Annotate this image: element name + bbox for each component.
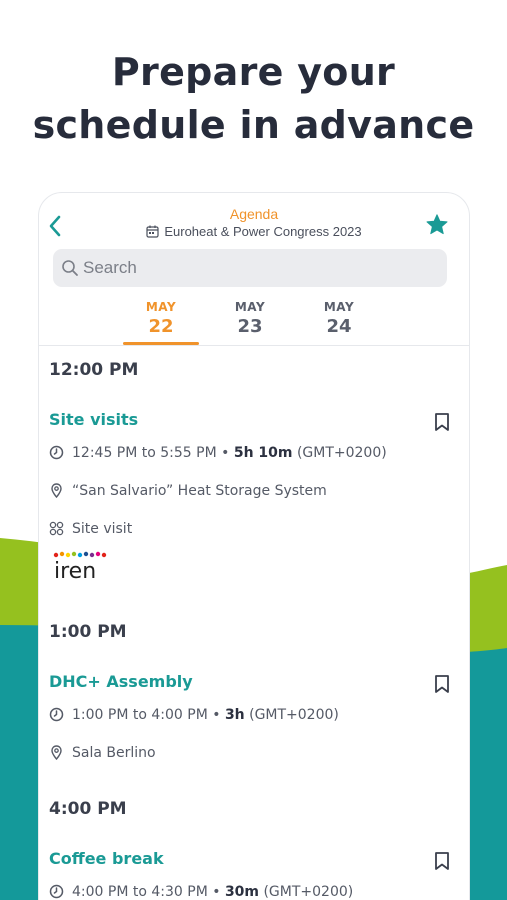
- event-title[interactable]: Coffee break: [49, 849, 164, 868]
- time-range: 4:00 PM to 4:30 PM •: [72, 884, 225, 900]
- time-header: 12:00 PM: [49, 360, 139, 380]
- svg-text:iren: iren: [54, 559, 96, 582]
- tab-day: 22: [148, 316, 174, 337]
- clock-icon: [49, 884, 64, 899]
- duration: 5h 10m: [233, 445, 293, 461]
- timezone: (GMT+0200): [244, 707, 339, 723]
- phone-screen: Agenda Euroheat & Power Congress 2023 MA…: [38, 192, 470, 900]
- sponsor-logo-iren: iren: [53, 550, 111, 586]
- search-input[interactable]: [83, 249, 423, 287]
- tab-month: MAY: [323, 300, 355, 314]
- event-time-row: 1:00 PM to 4:00 PM • 3h (GMT+0200): [49, 707, 339, 723]
- time-header: 1:00 PM: [49, 622, 127, 642]
- time-range: 1:00 PM to 4:00 PM •: [72, 707, 225, 723]
- search-icon: [62, 260, 78, 276]
- event-title[interactable]: DHC+ Assembly: [49, 672, 193, 691]
- headline-line-1: Prepare your: [111, 50, 396, 94]
- top-bar: Agenda Euroheat & Power Congress 2023: [39, 193, 469, 249]
- search-bar[interactable]: [53, 249, 447, 287]
- bookmark-icon: [435, 675, 449, 693]
- tab-day: 24: [326, 316, 352, 337]
- tabs-divider: [39, 345, 469, 346]
- tab-may-22[interactable]: MAY 22: [123, 297, 199, 345]
- time-range: 12:45 PM to 5:55 PM •: [72, 445, 234, 461]
- tab-day: 23: [237, 316, 263, 337]
- tab-may-24[interactable]: MAY 24: [301, 297, 377, 345]
- day-tabs: MAY 22 MAY 23 MAY 24: [39, 297, 469, 347]
- event-type-row: Site visit: [49, 521, 132, 537]
- duration: 3h: [224, 707, 245, 723]
- event-location-row: Sala Berlino: [49, 745, 156, 761]
- event-name: Euroheat & Power Congress 2023: [164, 224, 362, 239]
- star-icon: [426, 214, 448, 235]
- time-header: 4:00 PM: [49, 799, 127, 819]
- headline-line-2: schedule in advance: [32, 103, 475, 147]
- event-title[interactable]: Site visits: [49, 410, 138, 429]
- clock-icon: [49, 707, 64, 722]
- tab-month: MAY: [234, 300, 266, 314]
- location-pin-icon: [51, 483, 62, 499]
- headline: Prepare your schedule in advance: [0, 46, 507, 152]
- location-pin-icon: [51, 745, 62, 761]
- timezone: (GMT+0200): [259, 884, 354, 900]
- event-time-row: 4:00 PM to 4:30 PM • 30m (GMT+0200): [49, 884, 353, 900]
- timezone: (GMT+0200): [292, 445, 387, 461]
- event-type: Site visit: [72, 521, 133, 537]
- bookmark-icon: [435, 413, 449, 431]
- bookmark-button[interactable]: [433, 412, 451, 432]
- event-location-row: “San Salvario” Heat Storage System: [49, 483, 327, 499]
- calendar-icon: [146, 225, 159, 238]
- favorite-button[interactable]: [425, 213, 449, 237]
- iren-logo: iren: [53, 551, 107, 584]
- tab-may-23[interactable]: MAY 23: [212, 297, 288, 345]
- bookmark-button[interactable]: [433, 674, 451, 694]
- location-text: Sala Berlino: [72, 745, 156, 761]
- clock-icon: [49, 445, 64, 460]
- event-subtitle: Euroheat & Power Congress 2023: [39, 224, 469, 239]
- event-time-row: 12:45 PM to 5:55 PM • 5h 10m (GMT+0200): [49, 445, 387, 461]
- page-title: Agenda: [229, 206, 279, 222]
- bookmark-button[interactable]: [433, 851, 451, 871]
- bookmark-icon: [435, 852, 449, 870]
- location-text: “San Salvario” Heat Storage System: [72, 483, 327, 499]
- tab-month: MAY: [145, 300, 177, 314]
- duration: 30m: [224, 884, 260, 900]
- category-grid-icon: [49, 521, 64, 536]
